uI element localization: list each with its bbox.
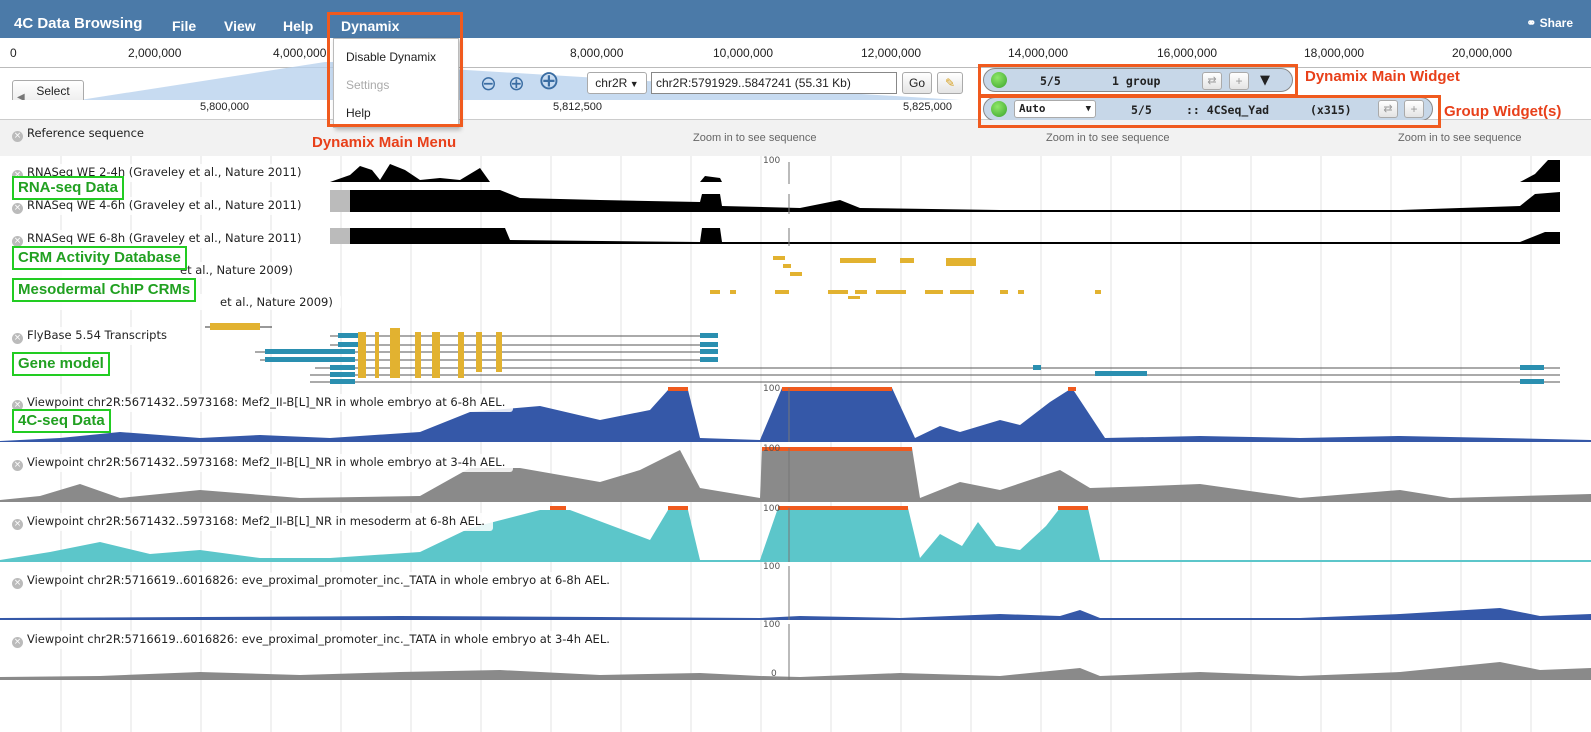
scale-max-label: 100 bbox=[763, 504, 781, 514]
app-title: 4C Data Browsing bbox=[14, 15, 143, 32]
menu-help[interactable]: Help bbox=[283, 18, 313, 34]
overview-tick: 20,000,000 bbox=[1452, 46, 1513, 60]
scale-max-label: 100 bbox=[763, 156, 781, 166]
highlighter-icon: ✎ bbox=[944, 76, 956, 90]
close-icon[interactable]: × bbox=[12, 460, 23, 471]
close-icon[interactable]: × bbox=[12, 578, 23, 589]
track-label-text: RNASeq WE 6-8h (Graveley et al., Nature … bbox=[27, 231, 302, 245]
overview-tick: 0 bbox=[10, 46, 17, 60]
annotation-4cseq: 4C-seq Data bbox=[12, 409, 111, 433]
track-label-flybase[interactable]: × FlyBase 5.54 Transcripts bbox=[10, 327, 175, 345]
close-icon[interactable]: × bbox=[12, 519, 23, 530]
annotation-meso: Mesodermal ChIP CRMs bbox=[12, 278, 197, 302]
track-label-viewpoint-3[interactable]: × Viewpoint chr2R:5671432..5973168: Mef2_… bbox=[10, 513, 493, 531]
chromosome-select[interactable]: chr2R ▼ bbox=[587, 72, 647, 94]
track-label-text: Viewpoint chr2R:5671432..5973168: Mef2_I… bbox=[27, 455, 506, 469]
close-icon[interactable]: × bbox=[12, 333, 23, 344]
zoom-hint: Zoom in to see sequence bbox=[1046, 132, 1170, 144]
select-tracks-label: Select bbox=[36, 84, 70, 98]
scale-max-label: 100 bbox=[763, 562, 781, 572]
track-label-text: et al., Nature 2009) bbox=[180, 263, 293, 277]
track-label-viewpoint-5[interactable]: × Viewpoint chr2R:5716619..6016826: eve_p… bbox=[10, 631, 618, 649]
overview-tick: 10,000,000 bbox=[713, 46, 774, 60]
menu-bar: 4C Data Browsing File View Help Dynamix … bbox=[0, 0, 1591, 38]
track-label-viewpoint-4[interactable]: × Viewpoint chr2R:5716619..6016826: eve_p… bbox=[10, 572, 618, 590]
go-button[interactable]: Go bbox=[902, 72, 932, 94]
annotation-gene-model: Gene model bbox=[12, 352, 110, 376]
share-label: Share bbox=[1539, 16, 1573, 30]
scale-max-label: 100 bbox=[763, 444, 781, 454]
track-label-text: Reference sequence bbox=[27, 126, 144, 140]
close-icon[interactable]: × bbox=[12, 131, 23, 142]
location-input[interactable]: chr2R:5791929..5847241 (55.31 Kb) bbox=[651, 72, 897, 94]
annotation-main-menu: Dynamix Main Menu bbox=[312, 134, 457, 151]
dropdown-arrow-icon: ▼ bbox=[627, 79, 639, 89]
highlight-group-widget bbox=[978, 95, 1441, 128]
overview-tick: 14,000,000 bbox=[1008, 46, 1069, 60]
close-icon[interactable]: × bbox=[12, 203, 23, 214]
zoom-out-icon[interactable]: ⊖ bbox=[480, 71, 497, 95]
zoom-in-icon[interactable]: ⊕ bbox=[538, 66, 560, 96]
track-label-text: FlyBase 5.54 Transcripts bbox=[27, 328, 167, 342]
track-label-text: Viewpoint chr2R:5716619..6016826: eve_pr… bbox=[27, 632, 610, 646]
track-label-text: Viewpoint chr2R:5671432..5973168: Mef2_I… bbox=[27, 514, 485, 528]
track-label-text: Viewpoint chr2R:5716619..6016826: eve_pr… bbox=[27, 573, 610, 587]
highlight-main-widget bbox=[978, 64, 1298, 97]
track-label-text: Viewpoint chr2R:5671432..5973168: Mef2_I… bbox=[27, 395, 506, 409]
detail-tick: 5,825,000 bbox=[903, 101, 952, 113]
overview-tick: 12,000,000 bbox=[861, 46, 922, 60]
share-button[interactable]: ⚭ Share bbox=[1526, 16, 1573, 30]
menu-file[interactable]: File bbox=[172, 18, 196, 34]
link-icon: ⚭ bbox=[1526, 16, 1540, 30]
overview-tick: 2,000,000 bbox=[128, 46, 182, 60]
highlight-dynamix-menu bbox=[327, 12, 463, 127]
overview-tick: 18,000,000 bbox=[1304, 46, 1365, 60]
scale-max-label: 100 bbox=[763, 620, 781, 630]
overview-tick: 4,000,000 bbox=[273, 46, 327, 60]
scale-max-label: 100 bbox=[763, 384, 781, 394]
gene-model bbox=[205, 323, 1560, 384]
tracks-pane[interactable]: × Reference sequence Zoom in to see seque… bbox=[0, 120, 1591, 732]
detail-tick: 5,812,500 bbox=[553, 101, 602, 113]
zoom-in-small-icon[interactable]: ⊕ bbox=[508, 71, 525, 95]
track-label-viewpoint-2[interactable]: × Viewpoint chr2R:5671432..5973168: Mef2_… bbox=[10, 454, 514, 472]
track-label-text: et al., Nature 2009) bbox=[220, 295, 333, 309]
annotation-group-widgets: Group Widget(s) bbox=[1444, 103, 1562, 120]
zoom-hint: Zoom in to see sequence bbox=[1398, 132, 1522, 144]
track-label-text: RNASeq WE 4-6h (Graveley et al., Nature … bbox=[27, 198, 302, 212]
overview-tick: 16,000,000 bbox=[1157, 46, 1218, 60]
annotation-crm: CRM Activity Database bbox=[12, 246, 187, 270]
overview-tick: 8,000,000 bbox=[570, 46, 624, 60]
detail-tick: 5,800,000 bbox=[200, 101, 249, 113]
scale-zero-label: 0 bbox=[771, 669, 777, 679]
zoom-hint: Zoom in to see sequence bbox=[693, 132, 817, 144]
chromosome-value: chr2R bbox=[595, 76, 628, 90]
highlight-button[interactable]: ✎ bbox=[937, 72, 963, 94]
close-icon[interactable]: × bbox=[12, 637, 23, 648]
annotation-main-widget: Dynamix Main Widget bbox=[1305, 68, 1460, 85]
annotation-rnaseq: RNA-seq Data bbox=[12, 176, 125, 200]
menu-view[interactable]: View bbox=[224, 18, 256, 34]
track-label-reference[interactable]: × Reference sequence bbox=[10, 125, 152, 143]
